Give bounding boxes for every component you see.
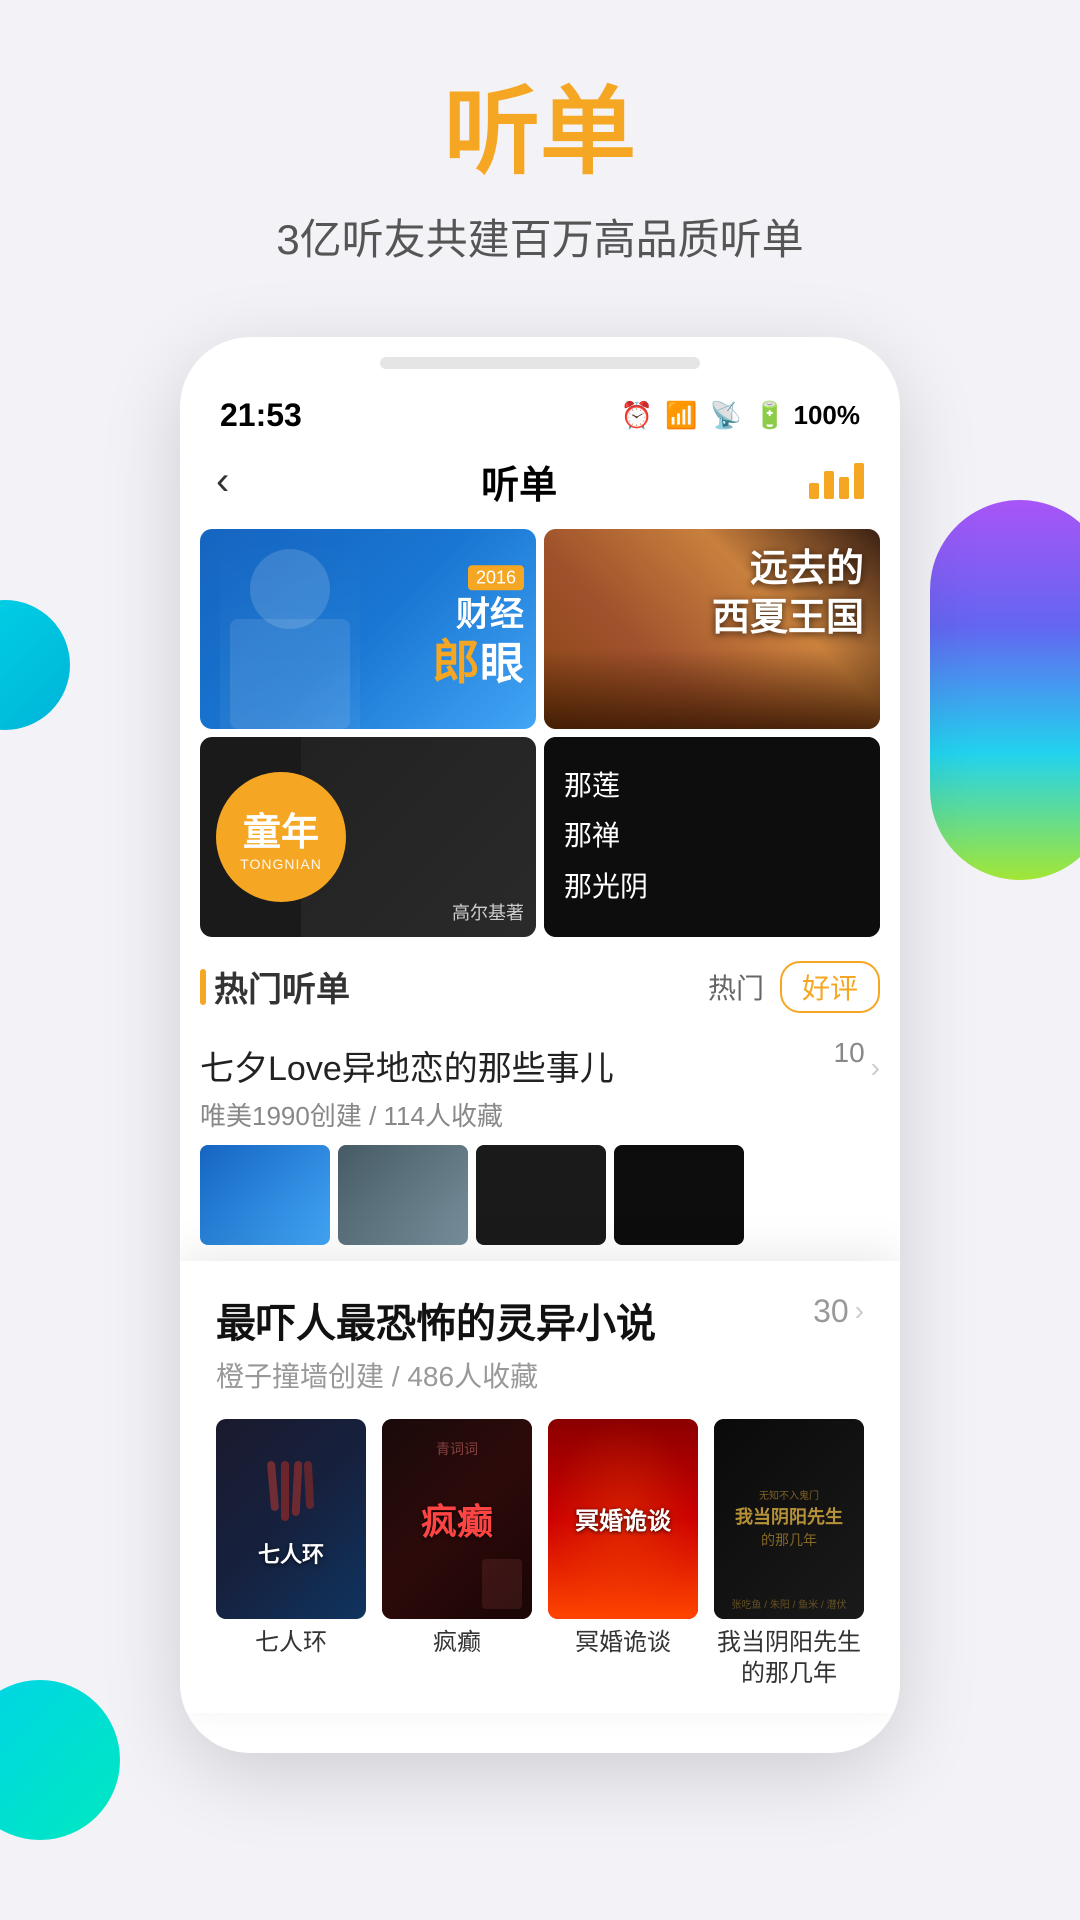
bar-chart-icon [809, 463, 864, 499]
playlist-1-count: 10 [834, 1037, 865, 1069]
featured-card-2[interactable]: 远去的 西夏王国 [544, 529, 880, 729]
section-filter-group[interactable]: 热门 好评 [708, 961, 880, 1013]
book-3-title: 冥婚诡谈 [548, 1627, 698, 1658]
card2-text: 远去的 西夏王国 [712, 545, 864, 644]
playlist-item-1[interactable]: 七夕Love异地恋的那些事儿 10 › 唯美1990创建 / 114人收藏 [180, 1025, 900, 1261]
back-button[interactable]: ‹ [216, 459, 229, 504]
playlist-2-count-area: 30 › [813, 1293, 864, 1330]
playlist-thumb-4 [614, 1145, 744, 1245]
head-shape [250, 549, 330, 629]
featured-card-1[interactable]: 2016 财经 郎眼 [200, 529, 536, 729]
book-card-3[interactable]: 冥婚诡谈 冥婚诡谈 [548, 1419, 698, 1689]
playlist-1-meta: 唯美1990创建 / 114人收藏 [200, 1096, 880, 1133]
hot-section-title: 热门听单 [214, 962, 350, 1011]
header-section: 听单 3亿听友共建百万高品质听单 [0, 0, 1080, 307]
card3-circle: 童年 TONGNIAN [216, 772, 346, 902]
playlist-thumb-1 [200, 1145, 330, 1245]
bar1 [809, 483, 819, 499]
card4-line1: 那莲 [564, 761, 648, 811]
book-cover-4: 无知不入鬼门 我当阴阳先生 的那几年 张吃鱼 / 朱阳 / 鱼米 / 潜伏 [714, 1419, 864, 1619]
featured-grid: 2016 财经 郎眼 远去的 西夏王国 童年 [180, 529, 900, 937]
bar4 [854, 463, 864, 499]
books-grid: 七人环 七人环 青词词 疯癫 疯癫 [216, 1419, 864, 1689]
decorative-blob-right [930, 500, 1080, 880]
sub-title: 3亿听友共建百万高品质听单 [0, 206, 1080, 267]
playlist-thumb-2 [338, 1145, 468, 1245]
alarm-icon: ⏰ [621, 400, 653, 431]
filter-hot-button[interactable]: 热门 [708, 967, 764, 1007]
battery-indicator: 🔋 100% [754, 400, 860, 431]
signal-icon: 📡 [710, 400, 742, 431]
section-accent-bar [200, 969, 206, 1005]
bar3 [839, 477, 849, 499]
book-card-2[interactable]: 青词词 疯癫 疯癫 [382, 1419, 532, 1689]
card3-author: 高尔基著 [452, 899, 524, 925]
body-shape [230, 619, 350, 729]
section-title-group: 热门听单 [200, 962, 350, 1011]
playlist-2-title: 最吓人最恐怖的灵异小说 [216, 1291, 864, 1349]
playlist-1-chevron: › [871, 1052, 880, 1084]
bottom-horror-card[interactable]: 最吓人最恐怖的灵异小说 橙子撞墙创建 / 486人收藏 30 › [180, 1261, 900, 1713]
filter-review-button[interactable]: 好评 [780, 961, 880, 1013]
featured-card-3[interactable]: 童年 TONGNIAN 高尔基著 [200, 737, 536, 937]
phone-notch [380, 357, 700, 369]
book-card-4[interactable]: 无知不入鬼门 我当阴阳先生 的那几年 张吃鱼 / 朱阳 / 鱼米 / 潜伏 我当… [714, 1419, 864, 1689]
app-nav-bar: ‹ 听单 [180, 444, 900, 529]
playlist-2-count: 30 [813, 1293, 849, 1330]
hot-section-header: 热门听单 热门 好评 [180, 945, 900, 1025]
card4-line2: 那禅 [564, 811, 648, 861]
book-cover-1: 七人环 [216, 1419, 366, 1619]
decorative-blob-left-bottom [0, 1680, 120, 1840]
card1-text: 2016 财经 郎眼 [432, 565, 524, 692]
decorative-blob-left-top [0, 600, 70, 730]
card4-line3: 那光阴 [564, 862, 648, 912]
book-cover-2: 青词词 疯癫 [382, 1419, 532, 1619]
chart-icon-button[interactable] [809, 463, 864, 499]
card1-title: 财经 郎眼 [432, 594, 524, 692]
year-badge: 2016 [468, 565, 524, 590]
nav-title: 听单 [481, 454, 557, 509]
playlist-1-images [200, 1145, 880, 1245]
wifi-icon: 📶 [665, 400, 697, 431]
bar2 [824, 471, 834, 499]
playlist-2-chevron: › [855, 1295, 864, 1327]
playlist-1-title: 七夕Love异地恋的那些事儿 [200, 1041, 614, 1090]
book-2-title: 疯癫 [382, 1627, 532, 1658]
book-4-title: 我当阴阳先生的那几年 [714, 1627, 864, 1689]
playlist-2-meta: 橙子撞墙创建 / 486人收藏 [216, 1355, 864, 1395]
status-bar: 21:53 ⏰ 📶 📡 🔋 100% [180, 369, 900, 444]
phone-mockup: 21:53 ⏰ 📶 📡 🔋 100% ‹ 听单 [180, 337, 900, 1753]
playlist-thumb-3 [476, 1145, 606, 1245]
book-cover-3: 冥婚诡谈 [548, 1419, 698, 1619]
status-time: 21:53 [220, 397, 302, 434]
book-card-1[interactable]: 七人环 七人环 [216, 1419, 366, 1689]
book-1-title: 七人环 [216, 1627, 366, 1658]
person-silhouette [220, 539, 360, 729]
main-title: 听单 [0, 80, 1080, 186]
featured-card-4[interactable]: 那莲 那禅 那光阴 [544, 737, 880, 937]
status-icons: ⏰ 📶 📡 🔋 100% [621, 400, 860, 431]
card4-text: 那莲 那禅 那光阴 [544, 737, 880, 937]
